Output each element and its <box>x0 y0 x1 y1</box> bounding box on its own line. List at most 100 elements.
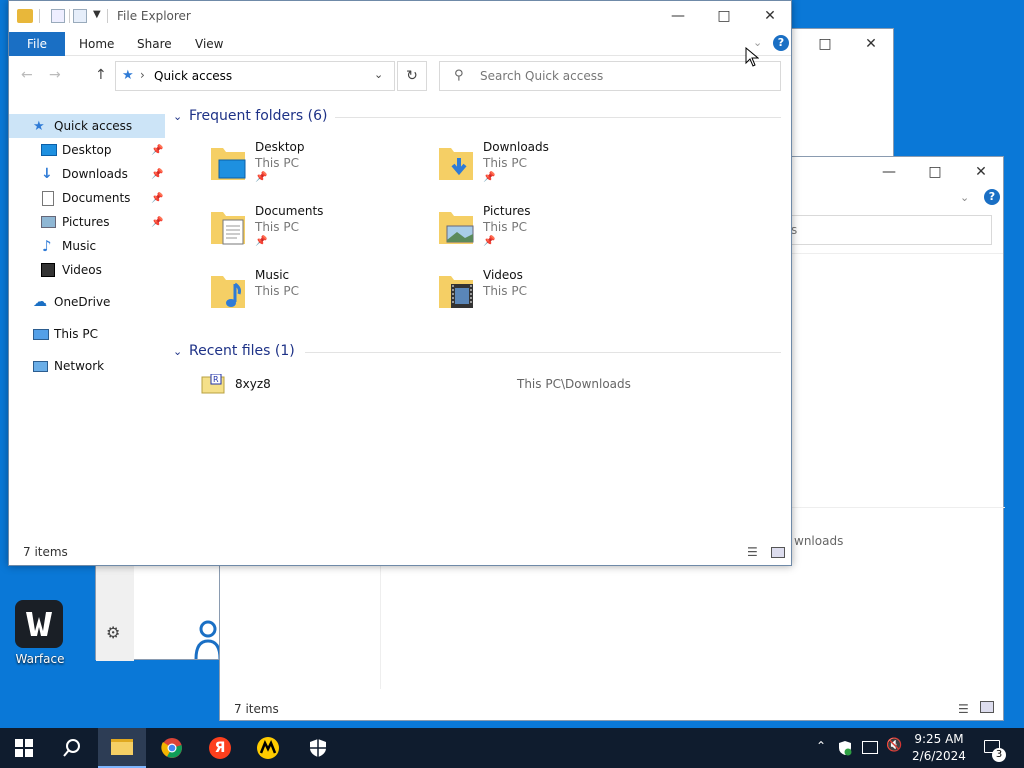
search-box[interactable]: s <box>780 215 992 245</box>
star-icon: ★ <box>33 118 45 134</box>
sidebar-item-documents[interactable]: Documents 📌 <box>9 186 165 210</box>
action-center-button[interactable]: 3 <box>976 728 1024 768</box>
sidebar-item-downloads[interactable]: ↓ Downloads 📌 <box>9 162 165 186</box>
tab-file[interactable]: File <box>9 32 65 56</box>
clock[interactable]: 9:25 AM 2/6/2024 <box>912 731 966 765</box>
chevron-down-icon[interactable]: ⌄ <box>960 191 969 204</box>
maximize-button[interactable]: □ <box>912 157 958 187</box>
details-view-icon[interactable]: ☰ <box>747 545 758 559</box>
ribbon-tabs: File Home Share View ⌄ ? <box>9 32 791 56</box>
folder-icon <box>111 739 133 755</box>
recent-path: wnloads <box>794 534 844 548</box>
pin-icon[interactable]: 📌 <box>151 169 163 180</box>
sidebar-item-desktop[interactable]: Desktop 📌 <box>9 138 165 162</box>
yandex-icon: Я <box>209 737 231 759</box>
warface-icon <box>15 600 63 648</box>
pictures-icon <box>41 216 56 228</box>
separator <box>69 9 70 23</box>
gear-icon[interactable]: ⚙ <box>106 623 120 642</box>
file-explorer-window[interactable]: ▼ File Explorer — □ ✕ File Home Share Vi… <box>8 0 792 566</box>
warface-shortcut[interactable]: Warface <box>12 600 68 672</box>
sidebar-item-music[interactable]: ♪ Music <box>9 234 165 258</box>
chevron-down-icon[interactable]: ⌄ <box>173 345 182 358</box>
navigation-pane: ★ Quick access Desktop 📌 ↓ Downloads 📌 D… <box>9 106 165 546</box>
pin-icon[interactable]: 📌 <box>151 145 163 156</box>
defender-tray-icon[interactable] <box>838 740 852 756</box>
sidebar-item-this-pc[interactable]: This PC <box>9 322 165 346</box>
help-icon[interactable]: ? <box>773 35 789 51</box>
volume-muted-icon[interactable]: 🔇 <box>886 738 902 753</box>
mouse-cursor-icon <box>745 46 760 70</box>
new-folder-icon[interactable] <box>73 9 87 23</box>
folder-music[interactable]: Music This PC <box>209 268 429 330</box>
folder-desktop[interactable]: Desktop This PC 📌 <box>209 140 429 202</box>
separator <box>107 9 108 23</box>
close-button[interactable]: ✕ <box>958 157 1004 187</box>
chevron-down-icon[interactable]: ⌄ <box>173 110 182 123</box>
separator <box>39 9 40 23</box>
help-icon[interactable]: ? <box>984 189 1000 205</box>
maximize-button[interactable]: □ <box>701 1 747 31</box>
taskbar: Я ⌃ 🔇 9:25 AM 2/6/2024 3 <box>0 728 1024 768</box>
recent-file-row[interactable]: R 8xyz8 This PC\Downloads <box>201 372 781 396</box>
title-bar[interactable]: ▼ File Explorer — □ ✕ <box>9 1 791 32</box>
tab-share[interactable]: Share <box>123 32 186 56</box>
sidebar-item-videos[interactable]: Videos <box>9 258 165 282</box>
customize-quick-access-icon[interactable]: ▼ <box>93 9 101 20</box>
large-icons-view-icon[interactable] <box>980 701 994 713</box>
windows-logo-icon <box>15 739 33 757</box>
chrome-taskbar-button[interactable] <box>148 728 196 768</box>
back-arrow-icon[interactable]: ← <box>21 67 33 83</box>
recent-files-header[interactable]: Recent files (1) <box>189 343 295 359</box>
pin-icon: 📌 <box>255 236 268 247</box>
pin-icon: 📌 <box>483 236 496 247</box>
clock-date: 2/6/2024 <box>912 749 966 763</box>
frequent-folders-header[interactable]: Frequent folders (6) <box>189 108 328 124</box>
properties-icon[interactable] <box>51 9 65 23</box>
folder-pictures[interactable]: Pictures This PC 📌 <box>437 204 657 266</box>
divider <box>305 352 781 353</box>
details-view-icon[interactable]: ☰ <box>958 702 969 716</box>
folder-documents[interactable]: Documents This PC 📌 <box>209 204 429 266</box>
address-bar[interactable]: ★ › Quick access ⌄ <box>115 61 395 91</box>
yandex-market-taskbar-button[interactable] <box>244 728 292 768</box>
close-button[interactable]: ✕ <box>747 1 793 31</box>
forward-arrow-icon[interactable]: → <box>49 67 61 83</box>
music-note-icon: ♪ <box>42 237 52 255</box>
pin-icon[interactable]: 📌 <box>151 193 163 204</box>
network-tray-icon[interactable] <box>862 741 878 754</box>
sidebar-item-onedrive[interactable]: ☁ OneDrive <box>9 290 165 314</box>
documents-icon <box>42 190 54 206</box>
folder-videos[interactable]: Videos This PC <box>437 268 657 330</box>
search-icon <box>63 739 80 757</box>
chrome-icon <box>161 738 182 758</box>
file-explorer-taskbar-button[interactable] <box>98 728 146 768</box>
search-button[interactable] <box>48 728 96 768</box>
status-bar: 7 items ☰ <box>9 543 791 565</box>
recent-file-name: 8xyz8 <box>235 377 271 391</box>
close-button[interactable]: ✕ <box>848 29 894 59</box>
sidebar-item-pictures[interactable]: Pictures 📌 <box>9 210 165 234</box>
large-icons-view-icon[interactable] <box>771 547 785 558</box>
address-history-chevron-icon[interactable]: ⌄ <box>374 68 383 81</box>
clock-time: 9:25 AM <box>914 732 964 746</box>
maximize-button[interactable]: □ <box>802 29 848 59</box>
content-pane: ⌄ Frequent folders (6) Desktop This PC 📌… <box>165 96 791 546</box>
yandex-browser-taskbar-button[interactable]: Я <box>196 728 244 768</box>
tab-home[interactable]: Home <box>65 32 128 56</box>
minimize-button[interactable]: — <box>866 157 912 187</box>
show-hidden-icons-chevron-icon[interactable]: ⌃ <box>816 739 826 753</box>
pin-icon[interactable]: 📌 <box>151 217 163 228</box>
search-input[interactable]: ⚲ Search Quick access <box>439 61 781 91</box>
security-taskbar-button[interactable] <box>294 728 342 768</box>
minimize-button[interactable]: — <box>655 1 701 31</box>
file-icon: R <box>201 373 225 394</box>
folder-downloads[interactable]: Downloads This PC 📌 <box>437 140 657 202</box>
sidebar-item-quick-access[interactable]: ★ Quick access <box>9 114 165 138</box>
sidebar-item-network[interactable]: Network <box>9 354 165 378</box>
up-arrow-icon[interactable]: ↑ <box>95 67 107 83</box>
refresh-button[interactable]: ↻ <box>397 61 427 91</box>
folder-downloads-icon <box>437 142 475 182</box>
tab-view[interactable]: View <box>181 32 237 56</box>
start-button[interactable] <box>0 728 48 768</box>
